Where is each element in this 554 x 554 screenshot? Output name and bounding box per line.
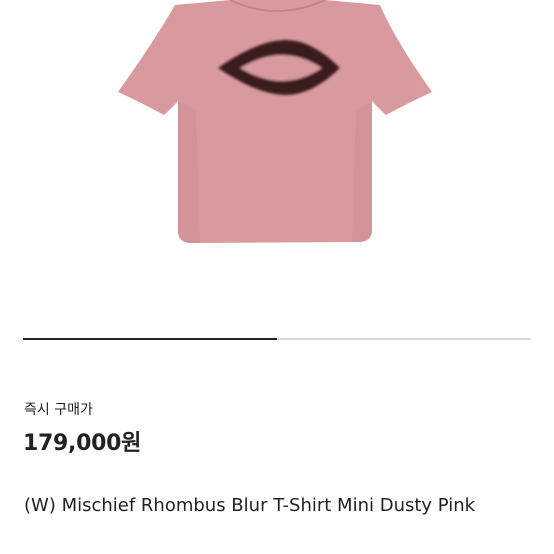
gallery-progress-fill (23, 338, 277, 340)
price: 179,000원 (23, 431, 142, 456)
instant-purchase-label: 즉시 구매가 (24, 402, 93, 418)
product-image-area[interactable] (0, 0, 554, 370)
product-subtitle (24, 545, 524, 554)
product-info: 즉시 구매가 179,000원 (W) Mischief Rhombus Blu… (0, 370, 554, 554)
gallery-progress-track (23, 338, 531, 340)
product-image (118, 0, 432, 243)
product-name[interactable]: (W) Mischief Rhombus Blur T-Shirt Mini D… (24, 493, 534, 518)
tshirt-shape (118, 0, 432, 243)
product-detail-page: 즉시 구매가 179,000원 (W) Mischief Rhombus Blu… (0, 0, 554, 554)
